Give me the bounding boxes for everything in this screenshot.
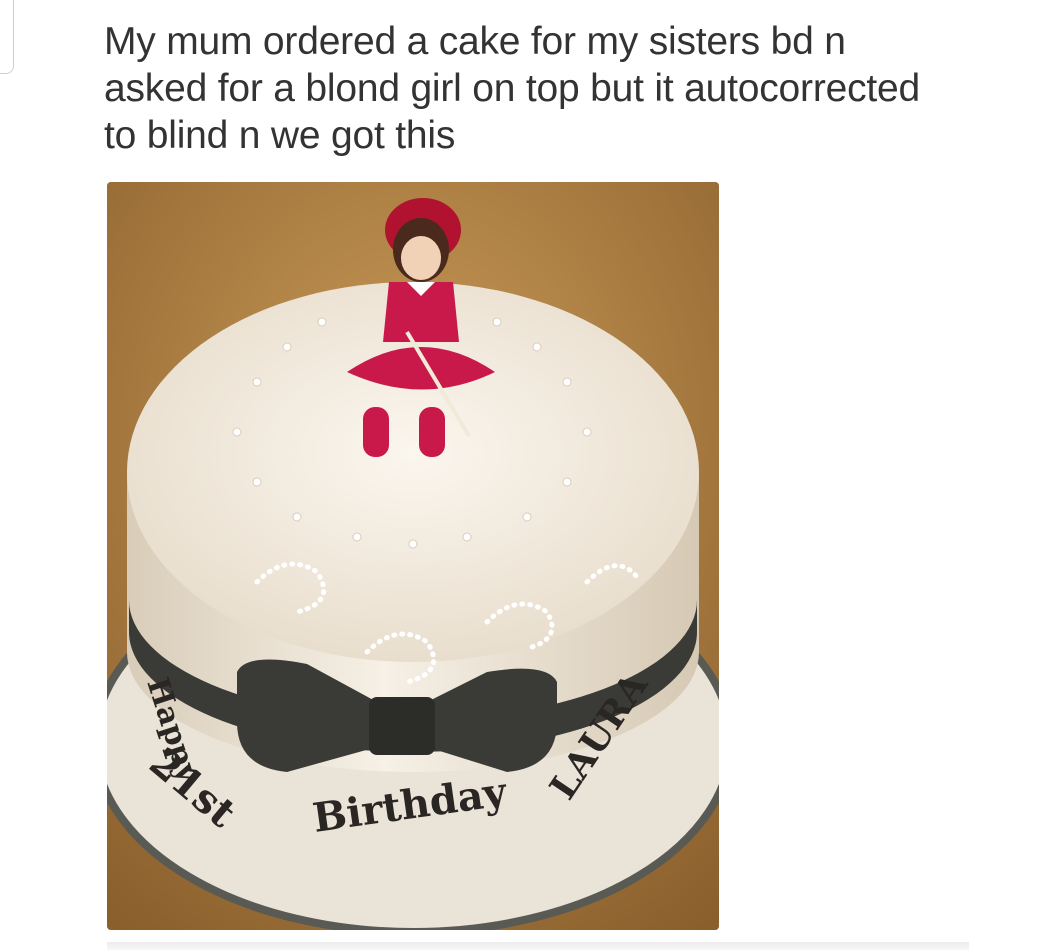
tweet-text-line-1: My mum ordered a cake for my sisters bd …: [104, 20, 846, 63]
tweet-photo[interactable]: Happy 21st Birthday LAURA: [107, 182, 719, 930]
tweet-bottom-divider: [107, 942, 969, 950]
tweet-text-line-3: to blind n we got this: [104, 114, 456, 157]
tweet-text-line-2: asked for a blond girl on top but it aut…: [104, 67, 921, 110]
window-corner: [0, 0, 14, 74]
tweet-text: My mum ordered a cake for my sisters bd …: [104, 18, 1004, 159]
cake-photo-image: Happy 21st Birthday LAURA: [107, 182, 719, 930]
